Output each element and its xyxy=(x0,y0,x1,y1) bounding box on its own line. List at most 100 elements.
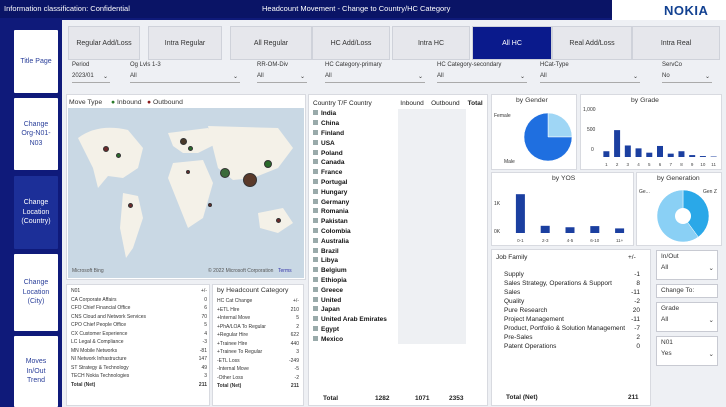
list-item[interactable]: +ETL Hire 210 xyxy=(215,306,301,315)
table-row[interactable]: Portugal xyxy=(311,177,487,188)
table-row[interactable]: USA xyxy=(311,138,487,149)
expand-icon[interactable] xyxy=(313,149,318,155)
list-item[interactable]: CA Corporate Affairs 0 xyxy=(69,296,209,305)
list-item[interactable]: Quality -2 xyxy=(502,297,642,306)
column-header[interactable]: +/- xyxy=(190,287,209,296)
bar[interactable] xyxy=(515,194,525,233)
list-item[interactable]: +Trainee To Regular 3 xyxy=(215,348,301,357)
grade-bar-chart[interactable]: 1 2 3 4 5 6 7 8 9 10 11 xyxy=(601,107,719,169)
expand-icon[interactable] xyxy=(313,178,318,184)
bar[interactable] xyxy=(624,145,631,157)
table-row[interactable]: Hungary xyxy=(311,187,487,198)
list-item[interactable]: Product, Portfolio & Solution Management… xyxy=(502,324,642,333)
bar[interactable] xyxy=(646,152,653,157)
expand-icon[interactable] xyxy=(313,306,318,312)
tab-all-regular[interactable]: All Regular xyxy=(230,26,312,60)
world-map[interactable]: Microsoft Bing © 2022 Microsoft Corporat… xyxy=(68,108,304,278)
column-header[interactable]: N01 xyxy=(69,287,190,296)
table-row[interactable]: United xyxy=(311,295,487,305)
table-row[interactable]: Finland xyxy=(311,128,487,139)
map-bubble[interactable] xyxy=(188,146,193,151)
job-family-col[interactable]: +/- xyxy=(628,254,636,261)
tab-intra-real[interactable]: Intra Real xyxy=(632,26,720,60)
expand-icon[interactable] xyxy=(313,257,318,263)
list-item[interactable]: TECH Nokia Technologies 3 xyxy=(69,372,209,381)
expand-icon[interactable] xyxy=(313,159,318,165)
map-bubble[interactable] xyxy=(276,218,281,223)
table-row[interactable]: Germany xyxy=(311,197,487,207)
tab-real-add-loss[interactable]: Real Add/Loss xyxy=(552,26,632,60)
column-header[interactable]: HC Cat Change xyxy=(215,297,283,306)
bar[interactable] xyxy=(678,151,685,157)
bar[interactable] xyxy=(540,225,550,233)
bar[interactable] xyxy=(667,153,674,157)
bar[interactable] xyxy=(689,155,696,157)
bar[interactable] xyxy=(657,145,663,157)
bar[interactable] xyxy=(565,227,575,233)
list-item[interactable]: CPO Chief People Office 5 xyxy=(69,321,209,330)
org-levels-select[interactable]: All ⌄ xyxy=(130,73,240,83)
list-item[interactable]: CFO Chief Financial Office 6 xyxy=(69,304,209,313)
list-item[interactable]: Pure Research 20 xyxy=(502,306,642,315)
list-item[interactable]: +Regular Hire 622 xyxy=(215,331,301,340)
expand-icon[interactable] xyxy=(313,296,318,302)
table-row[interactable]: Libya xyxy=(311,255,487,266)
table-row[interactable]: Ethiopia xyxy=(311,275,487,286)
expand-icon[interactable] xyxy=(313,267,318,273)
list-item[interactable]: ST Strategy & Technology 49 xyxy=(69,364,209,373)
map-bubble[interactable] xyxy=(264,160,272,168)
map-bubble[interactable] xyxy=(243,173,257,187)
table-row[interactable]: Poland xyxy=(311,148,487,158)
table-row[interactable]: India xyxy=(311,109,487,119)
bar[interactable] xyxy=(614,130,621,157)
nav-moves-trend[interactable]: Moves In/Out Trend xyxy=(14,336,58,407)
table-row[interactable]: Japan xyxy=(311,304,487,315)
tab-intra-hc[interactable]: Intra HC xyxy=(392,26,470,60)
list-item[interactable]: Project Management -11 xyxy=(502,315,642,324)
tab-all-hc[interactable]: All HC xyxy=(472,26,552,60)
column-header[interactable]: +/- xyxy=(283,297,301,306)
column-header[interactable]: Outbound xyxy=(429,97,466,109)
table-row[interactable]: United Arab Emirates xyxy=(311,314,487,325)
expand-icon[interactable] xyxy=(313,227,318,233)
column-header[interactable]: Country T/F Country xyxy=(311,97,398,109)
expand-icon[interactable] xyxy=(313,218,318,224)
expand-icon[interactable] xyxy=(313,169,318,175)
expand-icon[interactable] xyxy=(313,286,318,292)
rr-om-div-select[interactable]: All ⌄ xyxy=(257,73,307,83)
nav-title-page[interactable]: Title Page xyxy=(14,30,58,93)
map-bubble[interactable] xyxy=(186,170,190,174)
list-item[interactable]: CX Customer Experience 4 xyxy=(69,330,209,339)
map-terms-link[interactable]: Terms xyxy=(278,268,292,274)
expand-icon[interactable] xyxy=(313,316,318,322)
list-item[interactable]: Sales -11 xyxy=(502,288,642,297)
gender-pie[interactable] xyxy=(522,107,574,167)
expand-icon[interactable] xyxy=(313,120,318,126)
inout-filter[interactable]: In/Out All ⌄ xyxy=(656,250,718,280)
bar[interactable] xyxy=(590,226,600,233)
pie-slice[interactable] xyxy=(547,112,573,138)
expand-icon[interactable] xyxy=(313,139,318,145)
list-item[interactable]: Sales Strategy, Operations & Support 8 xyxy=(502,279,642,288)
nav-change-location-country[interactable]: Change Location (Country) xyxy=(14,176,58,249)
table-row[interactable]: Greece xyxy=(311,285,487,296)
tab-intra-regular[interactable]: Intra Regular xyxy=(148,26,222,60)
expand-icon[interactable] xyxy=(313,335,318,341)
table-row[interactable]: Belgium xyxy=(311,265,487,276)
column-header[interactable]: Inbound xyxy=(398,97,429,109)
bar[interactable] xyxy=(635,148,642,157)
list-item[interactable]: CNS Cloud and Network Services 70 xyxy=(69,313,209,322)
map-bubble[interactable] xyxy=(103,146,109,152)
hc-category-secondary-select[interactable]: All ⌄ xyxy=(437,73,527,83)
list-item[interactable]: -Internal Move -5 xyxy=(215,365,301,374)
list-item[interactable]: Patent Operations 0 xyxy=(502,342,642,351)
generation-donut[interactable] xyxy=(653,187,713,245)
job-family-header[interactable]: Job Family xyxy=(496,254,527,261)
nav-change-location-city[interactable]: Change Location (City) xyxy=(14,254,58,331)
map-bubble[interactable] xyxy=(116,153,121,158)
list-item[interactable]: Supply -1 xyxy=(502,270,642,279)
table-row[interactable]: Brazil xyxy=(311,246,487,256)
bar[interactable] xyxy=(603,151,610,157)
nav-change-org[interactable]: Change Org-N01-N03 xyxy=(14,98,58,170)
period-select[interactable]: 2023/01 ⌄ xyxy=(72,73,110,83)
